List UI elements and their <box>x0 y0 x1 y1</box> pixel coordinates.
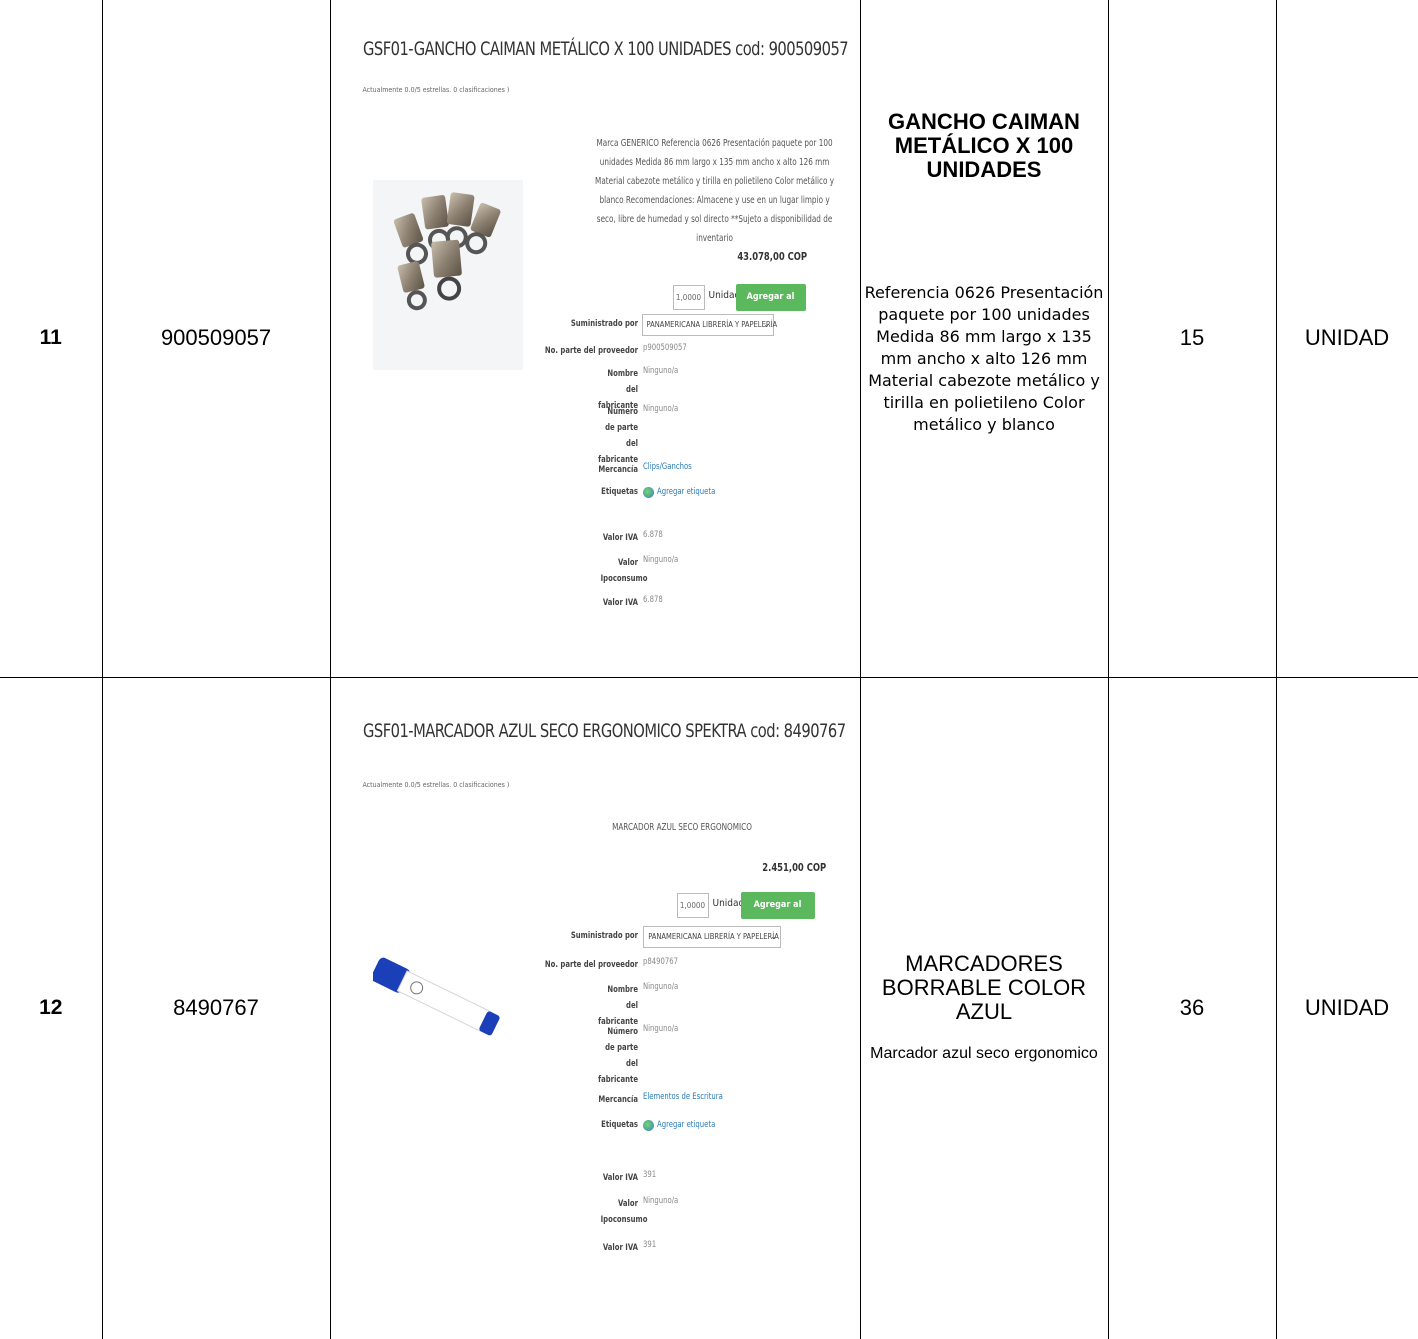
product-title: GSF01-MARCADOR AZUL SECO ERGONOMICO SPEK… <box>362 719 846 742</box>
add-to-cart-button[interactable]: Agregar al carrito <box>735 284 806 329</box>
iva-value-2: 391 <box>642 1239 656 1250</box>
supplier-part-label: No. parte del proveedor <box>544 346 638 356</box>
product-title: GSF01-GANCHO CAIMAN METÁLICO X 100 UNIDA… <box>362 38 849 60</box>
merch-label: Mercancía <box>597 465 638 475</box>
iva-value: 6.878 <box>642 530 663 540</box>
description-text: Marcador azul seco ergonomico <box>870 1045 1098 1063</box>
description-text: Referencia 0626 Presentación paquete por… <box>864 283 1104 434</box>
supplier-value: PANAMERICANA LIBRERÍA Y PAPELERÍA <box>648 931 779 941</box>
supplier-part-value: p900509057 <box>642 343 687 353</box>
quantity-input[interactable]: 1,0000 <box>676 892 709 918</box>
ipoconsumo-label: Valor Ipoconsumo <box>600 1198 647 1225</box>
add-to-cart-button[interactable]: Agregar al carrito <box>740 891 815 937</box>
product-image-marker <box>372 957 500 1035</box>
ipoconsumo-label: Valor Ipoconsumo <box>600 558 647 584</box>
unit-value: UNIDAD <box>1275 676 1418 1339</box>
add-tag-link[interactable]: Agregar etiqueta <box>657 1120 715 1130</box>
iva-value: 391 <box>642 1169 656 1180</box>
description-title: MARCADORES BORRABLE COLOR AZUL <box>881 951 1087 1025</box>
product-description: Marca GENERICO Referencia 0626 Presentac… <box>594 138 834 244</box>
rating-text: Actualmente 0.0/5 estrellas. 0 clasifica… <box>362 780 510 789</box>
merch-link[interactable]: Clips/Ganchos <box>643 462 692 472</box>
maker-part-value: Ninguno/a <box>642 1023 678 1034</box>
tags-label: Etiquetas <box>600 487 638 497</box>
iva-label: Valor IVA <box>602 533 638 543</box>
add-tag-link[interactable]: Agregar etiqueta <box>657 487 715 497</box>
table-row: 12 8490767 GSF01-MARCADOR AZUL SECO ERGO… <box>0 676 1418 1339</box>
supplied-label: Suministrado por <box>570 319 638 329</box>
supplier-part-value: p8490767 <box>642 956 678 967</box>
unit-value: UNIDAD <box>1275 0 1418 678</box>
iva-label-2: Valor IVA <box>602 1242 638 1253</box>
maker-part-label: Número de parte del fabricante <box>597 407 638 465</box>
ipoconsumo-value: Ninguno/a <box>642 555 678 565</box>
quantity-value: 36 <box>1107 676 1277 1339</box>
product-price: 2.451,00 COP <box>762 860 827 874</box>
iva-label: Valor IVA <box>602 1172 638 1183</box>
tag-icon <box>642 1119 654 1131</box>
merch-link[interactable]: Elementos de Escritura <box>643 1092 723 1102</box>
supplier-select[interactable]: PANAMERICANA LIBRERÍA Y PAPELERÍA ⌄ <box>641 314 777 336</box>
product-screenshot: GSF01-GANCHO CAIMAN METÁLICO X 100 UNIDA… <box>329 0 861 678</box>
iva-label-2: Valor IVA <box>602 598 638 608</box>
supplier-part-label: No. parte del proveedor <box>544 959 638 970</box>
maker-part-label: Número de parte del fabricante <box>597 1026 638 1085</box>
product-screenshot: GSF01-MARCADOR AZUL SECO ERGONOMICO SPEK… <box>329 676 861 1339</box>
supplier-value: PANAMERICANA LIBRERÍA Y PAPELERÍA <box>646 320 778 329</box>
product-description-cell: MARCADORES BORRABLE COLOR AZUL Marcador … <box>859 676 1109 1339</box>
product-code: 900509057 <box>101 0 331 678</box>
product-price: 43.078,00 COP <box>737 250 808 263</box>
row-number: 11 <box>0 0 103 678</box>
product-code: 8490767 <box>101 676 331 1339</box>
product-description: MARCADOR AZUL SECO ERGONOMICO <box>611 821 752 833</box>
maker-label: Nombre del fabricante <box>597 984 638 1027</box>
tags-label: Etiquetas <box>600 1119 638 1130</box>
product-description-cell: GANCHO CAIMAN METÁLICO X 100 UNIDADES Re… <box>859 0 1109 678</box>
maker-part-value: Ninguno/a <box>642 404 678 414</box>
chevron-down-icon: ⌄ <box>763 320 770 329</box>
chevron-down-icon: ⌄ <box>770 931 777 941</box>
quantity-input[interactable]: 1,0000 <box>672 285 705 310</box>
supplied-label: Suministrado por <box>570 930 638 941</box>
maker-value: Ninguno/a <box>642 981 678 992</box>
row-number: 12 <box>0 676 103 1339</box>
quantity-value: 15 <box>1107 0 1277 678</box>
iva-value-2: 6.878 <box>642 595 663 605</box>
ipoconsumo-value: Ninguno/a <box>642 1195 678 1206</box>
table-row: 11 900509057 GSF01-GANCHO CAIMAN METÁLIC… <box>0 0 1418 678</box>
product-table: 11 900509057 GSF01-GANCHO CAIMAN METÁLIC… <box>0 0 1418 1339</box>
rating-text: Actualmente 0.0/5 estrellas. 0 clasifica… <box>362 86 510 94</box>
tag-icon <box>642 487 654 498</box>
maker-value: Ninguno/a <box>642 366 678 376</box>
supplier-select[interactable]: PANAMERICANA LIBRERÍA Y PAPELERÍA ⌄ <box>642 925 781 948</box>
description-title: GANCHO CAIMAN METÁLICO X 100 UNIDADES <box>888 109 1080 182</box>
unit-label: Unidad <box>712 897 745 909</box>
product-image-clips <box>372 180 523 370</box>
merch-label: Mercancía <box>597 1094 638 1105</box>
